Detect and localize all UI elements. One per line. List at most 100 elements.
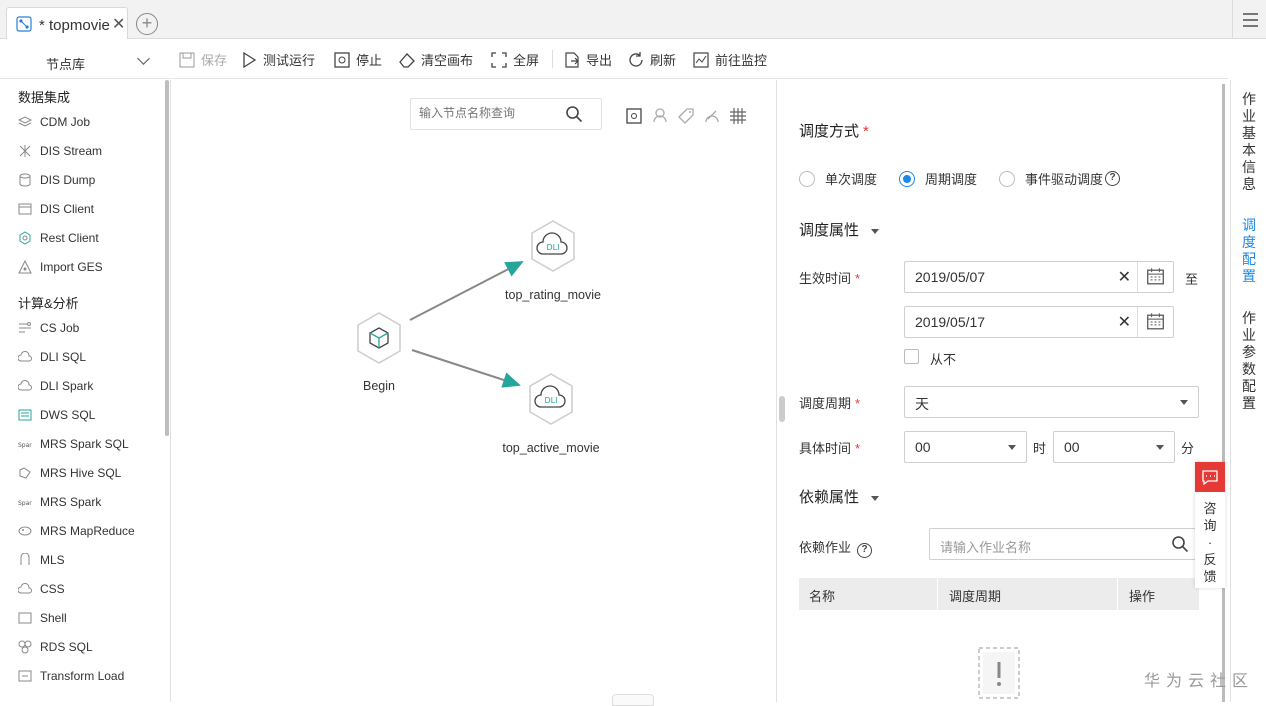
period-select[interactable]: 天 — [904, 386, 1199, 418]
cloud-icon — [18, 380, 32, 391]
effective-time-label: 生效时间 * — [799, 271, 861, 286]
dependency-props-label[interactable]: 依赖属性 — [799, 486, 880, 507]
dli-badge: DLI — [545, 396, 558, 405]
dli-node-active[interactable]: DLI — [526, 372, 576, 426]
dli-node-rating[interactable]: DLI — [528, 219, 578, 273]
tab-schedule-config[interactable]: 调度配置 — [1241, 217, 1257, 285]
chevron-down-icon[interactable] — [1008, 445, 1016, 450]
radio-event[interactable]: 事件驱动调度? — [999, 169, 1121, 188]
node-item[interactable]: CDM Job — [18, 112, 90, 132]
node-library-header[interactable]: 节点库 — [0, 40, 171, 79]
watermark: 华为云社区 — [1144, 673, 1255, 690]
tab-bar: * topmovie ✕ + — [0, 0, 1266, 39]
node-item[interactable]: DLI SQL — [18, 347, 86, 367]
clear-icon[interactable]: ✕ — [1118, 267, 1131, 287]
feedback-label: 咨询·反馈 — [1203, 501, 1217, 584]
mapreduce-icon — [18, 526, 32, 536]
node-item[interactable]: DIS Dump — [18, 170, 95, 190]
never-checkbox[interactable] — [904, 349, 919, 364]
radio-periodic[interactable]: 周期调度 — [899, 169, 977, 188]
shell-icon — [18, 612, 32, 624]
close-icon[interactable]: ✕ — [112, 14, 125, 34]
node-item[interactable]: Shell — [18, 608, 67, 628]
svg-text:Spark: Spark — [18, 500, 32, 507]
node-item[interactable]: CSS — [18, 579, 65, 599]
menu-icon[interactable] — [1232, 0, 1266, 39]
scrollbar[interactable] — [165, 80, 169, 436]
node-item[interactable]: SparkMRS Spark SQL — [18, 434, 129, 454]
cs-job-icon — [19, 322, 31, 333]
radio-once[interactable]: 单次调度 — [799, 169, 877, 188]
minute-select[interactable]: 00 — [1053, 431, 1175, 463]
dep-job-search[interactable]: 请输入作业名称 — [929, 528, 1196, 560]
tab-topmovie[interactable]: * topmovie ✕ — [6, 7, 128, 39]
tab-basic-info[interactable]: 作业基本信息 — [1241, 91, 1257, 193]
refresh-icon — [629, 51, 643, 67]
node-item[interactable]: SparkMRS Spark — [18, 492, 101, 512]
node-item[interactable]: CS Job — [18, 318, 79, 338]
monitor-button[interactable]: 前往监控 — [692, 40, 767, 79]
to-label: 至 — [1185, 272, 1199, 287]
monitor-icon — [693, 51, 709, 68]
spark-icon: Spark — [18, 442, 32, 449]
node-item[interactable]: RDS SQL — [18, 637, 93, 657]
add-tab-button[interactable]: + — [136, 13, 158, 35]
collapse-handle[interactable] — [612, 694, 654, 706]
feedback-widget[interactable]: 咨询·反馈 — [1195, 462, 1225, 588]
node-library: 数据集成 CDM Job DIS Stream DIS Dump DIS Cli… — [0, 80, 171, 702]
workflow-canvas[interactable]: Begin DLI top_rating_movie DLI top_activ… — [172, 80, 777, 702]
test-run-button[interactable]: 测试运行 — [240, 40, 315, 79]
node-item[interactable]: Transform Load — [18, 666, 124, 686]
node-item[interactable]: Import GES — [18, 257, 103, 277]
node-item[interactable]: MRS Hive SQL — [18, 463, 121, 483]
export-button[interactable]: 导出 — [563, 40, 612, 79]
node-item[interactable]: Rest Client — [18, 228, 99, 248]
save-button[interactable]: 保存 — [178, 40, 227, 79]
fullscreen-button[interactable]: 全屏 — [490, 40, 539, 79]
dis-client-icon — [18, 203, 32, 215]
end-date-field[interactable]: 2019/05/17 ✕ — [904, 306, 1174, 338]
cloud-icon — [18, 351, 32, 362]
calendar-icon[interactable] — [1137, 262, 1173, 292]
chevron-down-icon[interactable] — [137, 52, 150, 65]
node-item[interactable]: DIS Client — [18, 199, 94, 219]
node-item[interactable]: DWS SQL — [18, 405, 95, 425]
workflow-edges — [409, 261, 524, 388]
chevron-down-icon[interactable] — [1180, 400, 1188, 405]
dep-job-label: 依赖作业? — [799, 537, 873, 558]
dws-icon — [18, 409, 32, 421]
search-icon[interactable] — [1171, 535, 1189, 553]
active-node-label: top_active_movie — [502, 441, 600, 455]
minute-unit: 分 — [1181, 441, 1195, 456]
scrollbar[interactable] — [1222, 84, 1225, 702]
node-item[interactable]: DIS Stream — [18, 141, 102, 161]
hour-select[interactable]: 00 — [904, 431, 1027, 463]
side-tabs: 作业基本信息 调度配置 作业参数配置 — [1230, 80, 1266, 702]
import-ges-icon — [18, 260, 32, 274]
tab-job-params[interactable]: 作业参数配置 — [1241, 310, 1257, 412]
resize-handle[interactable] — [779, 396, 785, 422]
dis-stream-icon — [19, 145, 31, 157]
never-label: 从不 — [930, 352, 957, 367]
help-icon[interactable]: ? — [857, 543, 873, 558]
clear-icon[interactable]: ✕ — [1118, 312, 1131, 332]
chevron-down-icon[interactable] — [1156, 445, 1164, 450]
clear-canvas-button[interactable]: 清空画布 — [398, 40, 473, 79]
help-icon[interactable]: ? — [1105, 171, 1121, 186]
node-item[interactable]: DLI Spark — [18, 376, 93, 396]
node-item[interactable]: MLS — [18, 550, 65, 570]
stop-icon — [334, 51, 350, 68]
group-compute-analysis: 计算&分析 — [18, 296, 79, 311]
workflow-icon — [16, 16, 32, 32]
toolbar: 保存 测试运行 停止 清空画布 全屏 导出 刷新 前往监控 — [172, 40, 1228, 79]
start-date-field[interactable]: 2019/05/07 ✕ — [904, 261, 1174, 293]
rds-icon — [18, 640, 32, 654]
node-item[interactable]: MRS MapReduce — [18, 521, 135, 541]
begin-node[interactable] — [354, 311, 404, 365]
schedule-props-label[interactable]: 调度属性 — [799, 219, 880, 240]
hive-icon — [19, 467, 31, 479]
node-library-title: 节点库 — [46, 57, 86, 72]
calendar-icon[interactable] — [1137, 307, 1173, 337]
refresh-button[interactable]: 刷新 — [627, 40, 676, 79]
stop-button[interactable]: 停止 — [333, 40, 382, 79]
